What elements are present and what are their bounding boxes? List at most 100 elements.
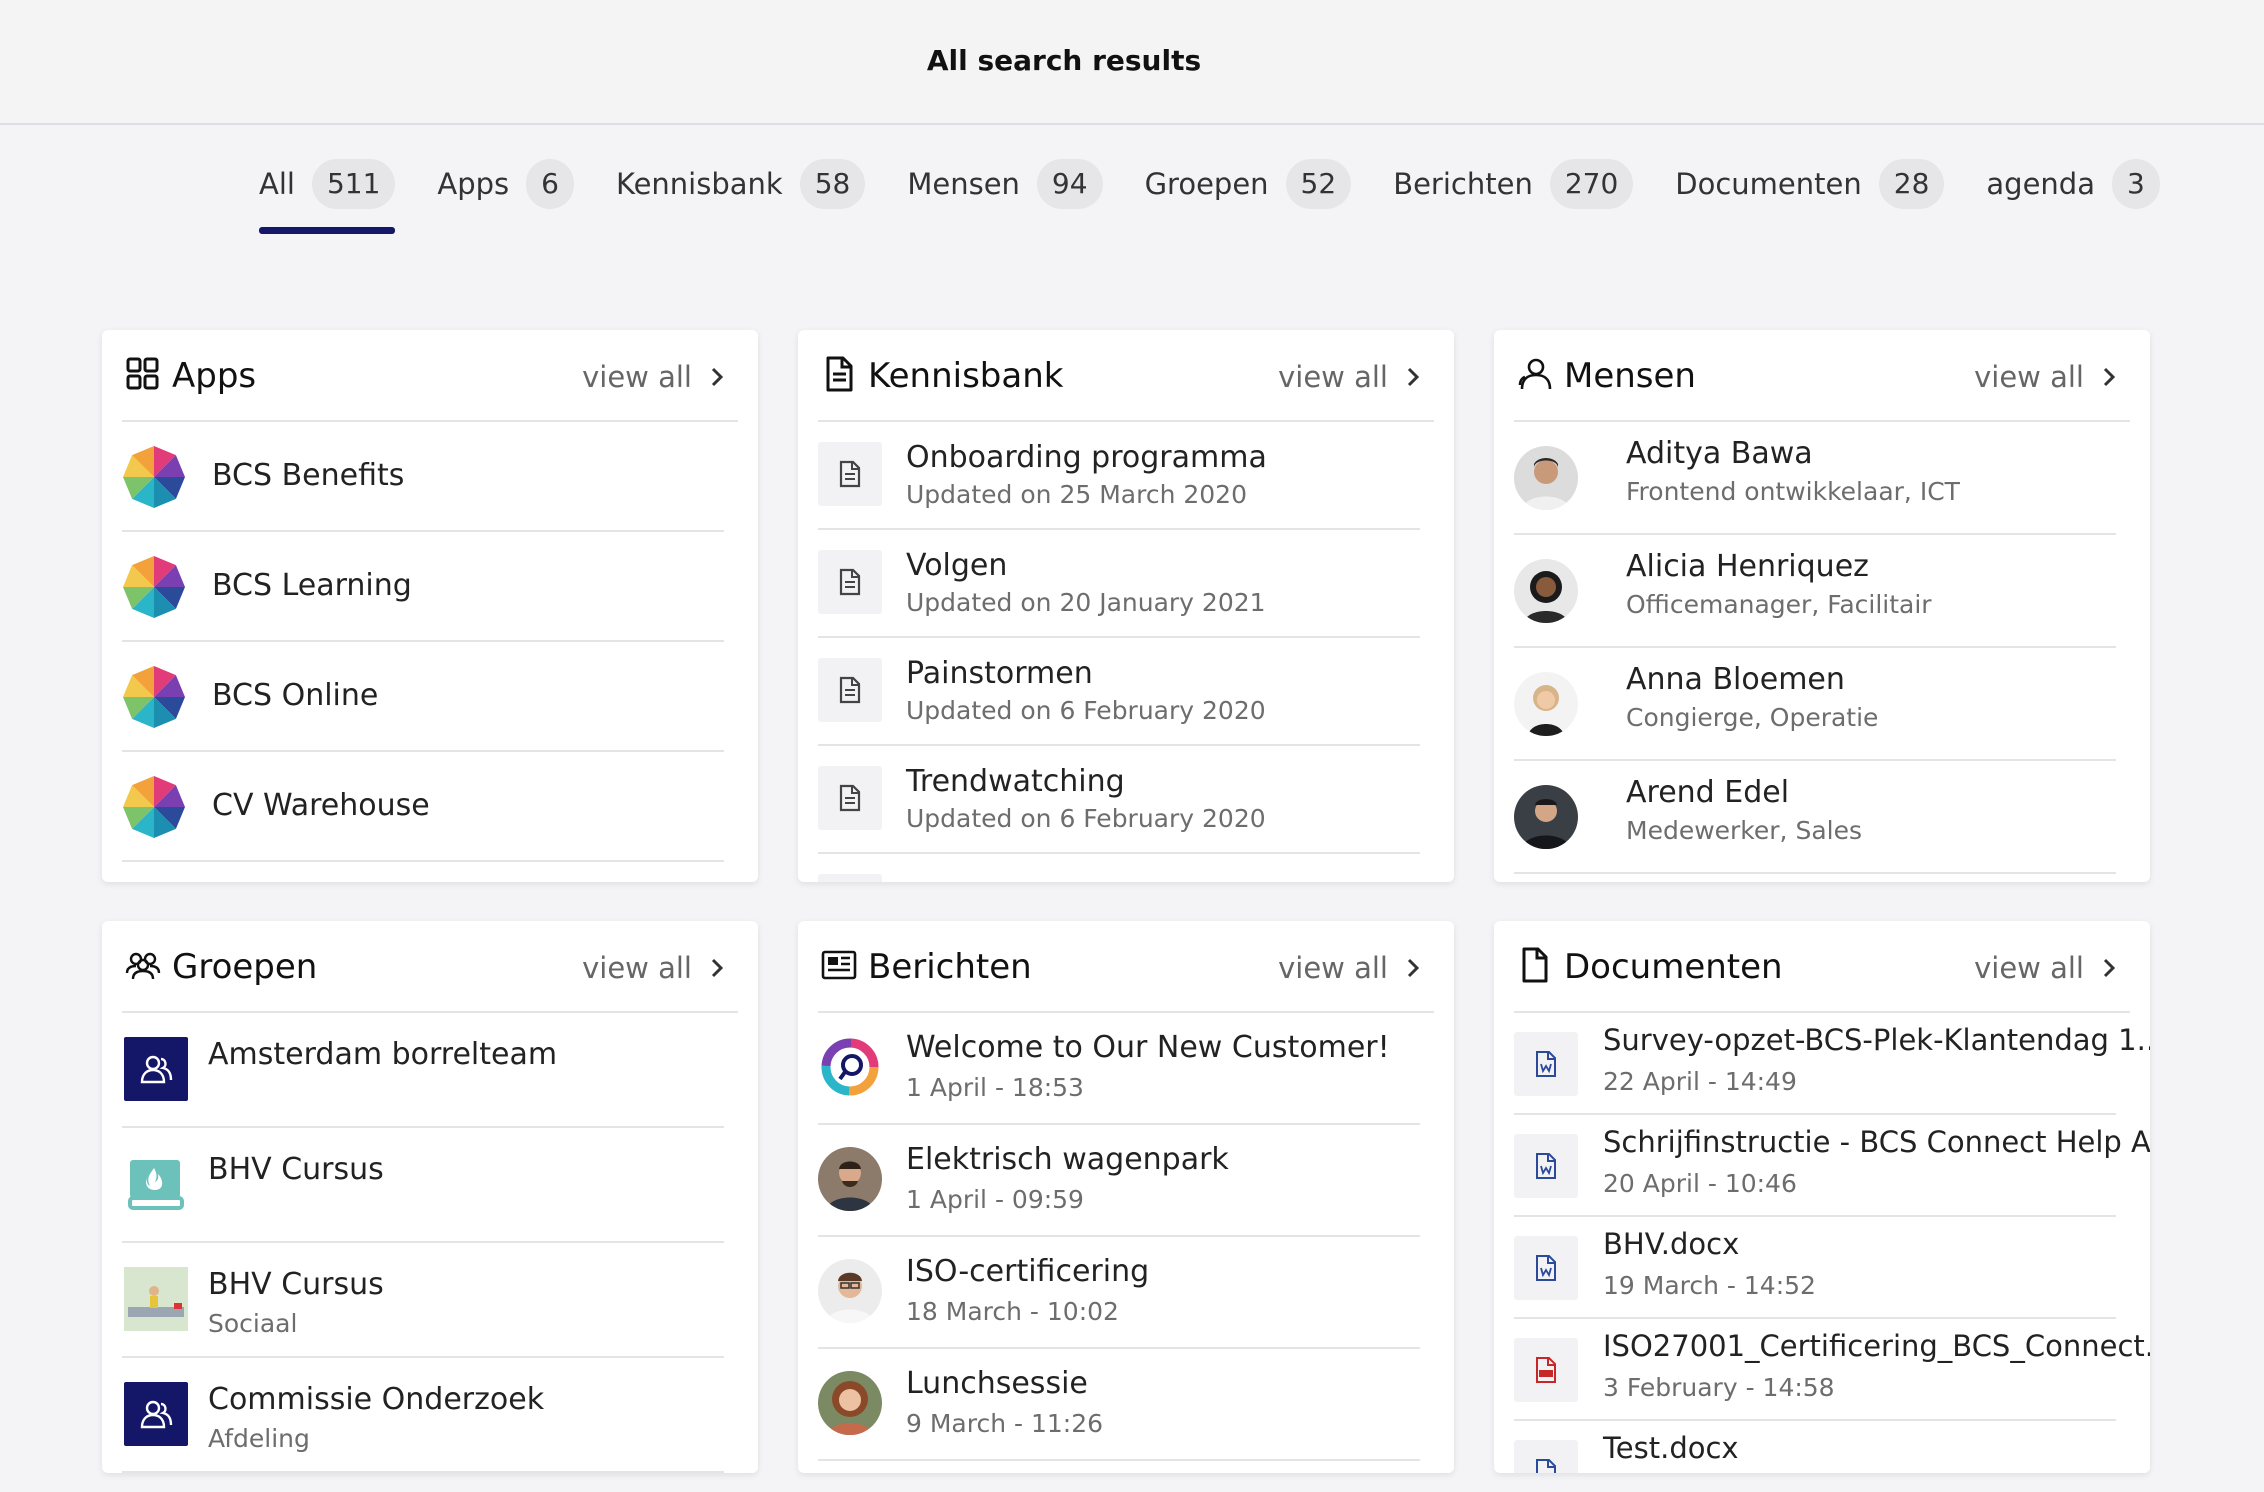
group-photo: [124, 1267, 188, 1331]
app-name: CV Warehouse: [212, 788, 430, 823]
document-date: 19 March - 14:52: [1603, 1271, 1816, 1300]
app-item[interactable]: CV Warehouse: [122, 752, 724, 862]
person-meta: Congierge, Operatie: [1626, 703, 1878, 732]
view-all-label: view all: [582, 951, 692, 985]
group-item[interactable]: BHV Cursus: [122, 1128, 724, 1243]
group-name: BHV Cursus: [208, 1267, 384, 1302]
view-all-mensen-link[interactable]: view all: [1974, 360, 2116, 394]
group-type: Afdeling: [208, 1424, 310, 1453]
kennisbank-item[interactable]: Onboarding programma Updated on 25 March…: [818, 422, 1420, 530]
person-item[interactable]: Arend Edel Medewerker, Sales: [1514, 761, 2116, 874]
article-updated: Updated on 20 January 2021: [906, 588, 1266, 617]
berichten-card: Berichten view all Welcome to Our New Cu…: [798, 921, 1454, 1473]
group-people-icon: [124, 1037, 188, 1101]
document-name: BHV.docx: [1603, 1227, 1740, 1261]
tab-count-badge: 58: [799, 159, 866, 209]
article-title: Onboarding programma: [906, 440, 1267, 475]
app-item[interactable]: BCS Benefits: [122, 422, 724, 532]
view-all-berichten-link[interactable]: view all: [1278, 951, 1420, 985]
author-avatar: [818, 1259, 882, 1323]
article-icon: [818, 550, 882, 614]
avatar: [1514, 785, 1578, 849]
article-updated: Updated on 6 February 2020: [906, 696, 1266, 725]
pdf-file-icon: [1514, 1338, 1578, 1402]
card-title: Berichten: [868, 947, 1032, 987]
mensen-list: Aditya Bawa Frontend ontwikkelaar, ICT A…: [1514, 422, 2116, 874]
message-title: Welcome to Our New Customer!: [906, 1030, 1390, 1065]
tab-label: Berichten: [1393, 167, 1533, 201]
avatar: [1514, 559, 1578, 623]
message-date: 18 March - 10:02: [906, 1297, 1119, 1326]
message-item[interactable]: ISO-certificering 18 March - 10:02: [818, 1237, 1420, 1349]
tab-agenda[interactable]: agenda 3: [1986, 158, 2160, 210]
group-item[interactable]: BHV Cursus Sociaal: [122, 1243, 724, 1358]
document-item[interactable]: Test.docx: [1514, 1421, 2116, 1473]
document-item[interactable]: Survey-opzet-BCS-Plek-Klantendag 1.... 2…: [1514, 1013, 2150, 1115]
tab-count-badge: 52: [1285, 159, 1352, 209]
tab-groepen[interactable]: Groepen 52: [1145, 158, 1352, 210]
kennisbank-item[interactable]: Painstormen Updated on 6 February 2020: [818, 638, 1420, 746]
tab-count-badge: 3: [2111, 159, 2160, 209]
word-file-icon: [1514, 1032, 1578, 1096]
view-all-groepen-link[interactable]: view all: [582, 951, 724, 985]
kennisbank-item[interactable]: Volgen Updated on 20 January 2021: [818, 530, 1420, 638]
tab-kennisbank[interactable]: Kennisbank 58: [616, 158, 866, 210]
avatar: [1514, 446, 1578, 510]
document-item[interactable]: Schrijfinstructie - BCS Connect Help A..…: [1514, 1115, 2150, 1217]
document-item[interactable]: BHV.docx 19 March - 14:52: [1514, 1217, 2116, 1319]
kennisbank-card: Kennisbank view all Onboarding programma…: [798, 330, 1454, 882]
group-item[interactable]: Amsterdam borrelteam: [122, 1013, 724, 1128]
person-name: Aditya Bawa: [1626, 436, 1813, 471]
view-all-kennisbank-link[interactable]: view all: [1278, 360, 1420, 394]
message-item[interactable]: Elektrisch wagenpark 1 April - 09:59: [818, 1125, 1420, 1237]
document-name: ISO27001_Certificering_BCS_Connect....: [1603, 1329, 2150, 1363]
card-header: Kennisbank view all: [818, 330, 1434, 422]
tab-all[interactable]: All 511: [259, 158, 396, 234]
page-title: All search results: [926, 44, 1202, 77]
author-avatar: [818, 1147, 882, 1211]
newspaper-icon: [821, 950, 857, 980]
article-updated: Updated on 6 February 2020: [906, 804, 1266, 833]
person-department: Sales: [1795, 816, 1862, 845]
person-item[interactable]: Aditya Bawa Frontend ontwikkelaar, ICT: [1514, 422, 2116, 535]
tab-apps[interactable]: Apps 6: [437, 158, 574, 210]
person-name: Alicia Henriquez: [1626, 549, 1869, 584]
document-name: Schrijfinstructie - BCS Connect Help A..…: [1603, 1125, 2150, 1159]
person-item[interactable]: Alicia Henriquez Officemanager, Facilita…: [1514, 535, 2116, 648]
groepen-list: Amsterdam borrelteam BHV Cursus BHV Curs…: [122, 1013, 724, 1473]
message-title: Elektrisch wagenpark: [906, 1142, 1229, 1177]
message-date: 1 April - 18:53: [906, 1073, 1084, 1102]
article-icon: [818, 766, 882, 830]
view-all-label: view all: [1278, 360, 1388, 394]
tab-berichten[interactable]: Berichten 270: [1393, 158, 1634, 210]
view-all-documenten-link[interactable]: view all: [1974, 951, 2116, 985]
tab-mensen[interactable]: Mensen 94: [907, 158, 1103, 210]
app-item[interactable]: BCS Learning: [122, 532, 724, 642]
document-item[interactable]: ISO27001_Certificering_BCS_Connect.... 3…: [1514, 1319, 2150, 1421]
card-header: Apps view all: [122, 330, 738, 422]
view-all-label: view all: [1974, 360, 2084, 394]
article-title: Trendwatching: [906, 764, 1125, 799]
view-all-label: view all: [1278, 951, 1388, 985]
berichten-list: Welcome to Our New Customer! 1 April - 1…: [818, 1013, 1420, 1461]
person-department: Facilitair: [1827, 590, 1932, 619]
kennisbank-item[interactable]: Trendwatching Updated on 6 February 2020: [818, 746, 1420, 854]
person-role: Officemanager,: [1626, 590, 1820, 619]
document-date: 20 April - 10:46: [1603, 1169, 1797, 1198]
group-item[interactable]: Commissie Onderzoek Afdeling: [122, 1358, 724, 1473]
app-item[interactable]: BCS Online: [122, 642, 724, 752]
chevron-right-icon: [2103, 958, 2116, 978]
message-item[interactable]: Lunchsessie 9 March - 11:26: [818, 1349, 1420, 1461]
training-book-icon: [124, 1152, 188, 1216]
document-date: 22 April - 14:49: [1603, 1067, 1797, 1096]
tab-documenten[interactable]: Documenten 28: [1675, 158, 1945, 210]
person-item[interactable]: Anna Bloemen Congierge, Operatie: [1514, 648, 2116, 761]
kennisbank-item-partial[interactable]: [818, 854, 1420, 882]
file-icon: [1522, 947, 1548, 983]
tab-count-badge: 511: [311, 159, 396, 209]
view-all-apps-link[interactable]: view all: [582, 360, 724, 394]
message-item[interactable]: Welcome to Our New Customer! 1 April - 1…: [818, 1013, 1420, 1125]
tab-count-badge: 94: [1036, 159, 1103, 209]
group-name: Commissie Onderzoek: [208, 1382, 545, 1417]
message-date: 9 March - 11:26: [906, 1409, 1104, 1438]
